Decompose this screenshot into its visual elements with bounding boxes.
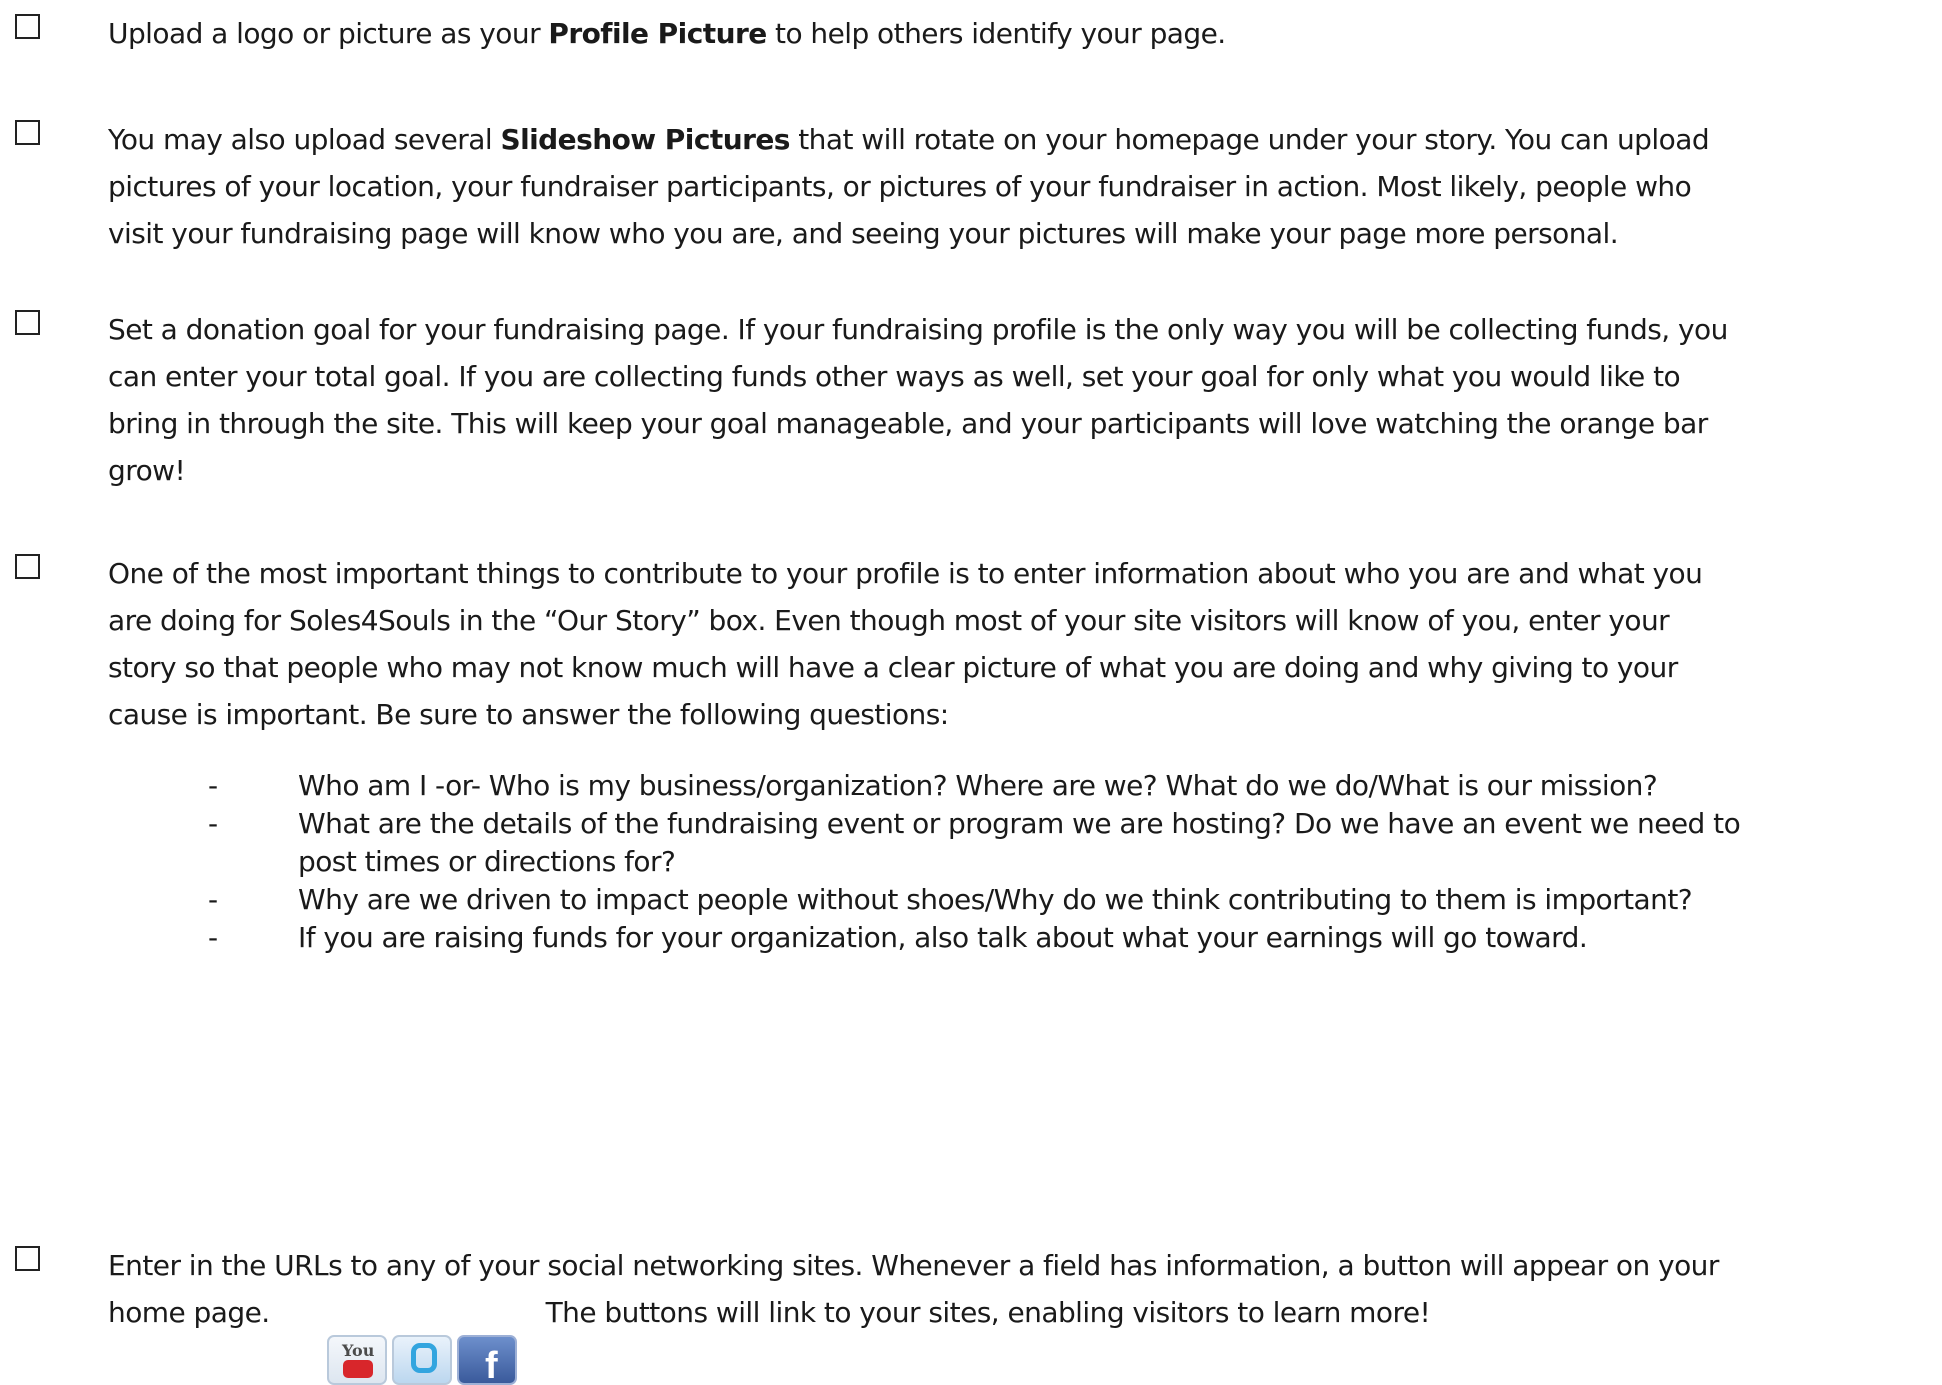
item-text: Set a donation goal for your fundraising… [108,306,1938,494]
text-segment: Enter in the URLs to any of your social … [108,1249,1719,1282]
text-segment: home page. [108,1296,270,1329]
text-segment: cause is important. Be sure to answer th… [108,698,949,731]
question-item: post times or directions for? [108,843,1938,881]
question-item: - What are the details of the fundraising… [108,805,1938,843]
text-segment: One of the most important things to cont… [108,557,1703,590]
text-segment: You may also upload several [108,123,501,156]
text-line: story so that people who may not know mu… [108,644,1938,691]
text-segment: The buttons will link to your sites, ena… [545,1296,1431,1329]
dash-marker: - [208,769,218,802]
text-segment: story so that people who may not know mu… [108,651,1678,684]
text-line: cause is important. Be sure to answer th… [108,691,1938,738]
twitter-t-shape [411,1343,437,1373]
question-item: - If you are raising funds for your organ… [108,919,1938,957]
checkbox[interactable] [15,14,40,39]
question-list: - Who am I -or- Who is my business/organi… [108,767,1938,957]
checkbox[interactable] [15,554,40,579]
social-icons: You f [327,1335,517,1385]
checkbox[interactable] [15,1246,40,1271]
question-text: If you are raising funds for your organi… [298,921,1588,954]
text-line: One of the most important things to cont… [108,550,1938,597]
item-text: You may also upload several Slideshow Pi… [108,116,1938,257]
text-line: are doing for Soles4Souls in the “Our St… [108,597,1938,644]
text-segment: that will rotate on your homepage under … [789,123,1710,156]
youtube-icon: You [327,1335,387,1385]
text-line: Enter in the URLs to any of your social … [108,1242,1938,1289]
youtube-label: You [342,1341,375,1360]
dash-marker: - [208,921,218,954]
text-line: grow! [108,447,1938,494]
text-segment: to help others identify your page. [766,17,1226,50]
text-line: You may also upload several Slideshow Pi… [108,116,1938,163]
text-line: bring in through the site. This will kee… [108,400,1938,447]
question-text: post times or directions for? [298,845,676,878]
text-line: Set a donation goal for your fundraising… [108,306,1938,353]
text-segment: grow! [108,454,186,487]
dash-marker: - [208,883,218,916]
question-text: Why are we driven to impact people witho… [298,883,1693,916]
text-segment: bring in through the site. This will kee… [108,407,1708,440]
item-text: Enter in the URLs to any of your social … [108,1242,1938,1336]
text-segment: pictures of your location, your fundrais… [108,170,1692,203]
dash-marker: - [208,807,218,840]
checkbox[interactable] [15,310,40,335]
question-text: Who am I -or- Who is my business/organiz… [298,769,1658,802]
text-segment: Set a donation goal for your fundraising… [108,313,1728,346]
question-text: What are the details of the fundraising … [298,807,1741,840]
bold-term: Slideshow Pictures [500,123,790,156]
text-line: Upload a logo or picture as your Profile… [108,10,1938,57]
text-segment: visit your fundraising page will know wh… [108,217,1619,250]
text-line: home page. The buttons will link to your … [108,1289,1938,1336]
text-line: pictures of your location, your fundrais… [108,163,1938,210]
text-segment: are doing for Soles4Souls in the “Our St… [108,604,1670,637]
facebook-icon: f [457,1335,517,1385]
bold-term: Profile Picture [548,17,767,50]
question-item: - Why are we driven to impact people with… [108,881,1938,919]
item-text: Upload a logo or picture as your Profile… [108,10,1938,57]
text-line: visit your fundraising page will know wh… [108,210,1938,257]
facebook-f-letter: f [485,1345,498,1385]
item-text: One of the most important things to cont… [108,550,1938,738]
text-segment: Upload a logo or picture as your [108,17,549,50]
checkbox[interactable] [15,120,40,145]
twitter-icon [392,1335,452,1385]
text-line: can enter your total goal. If you are co… [108,353,1938,400]
question-item: - Who am I -or- Who is my business/organi… [108,767,1938,805]
text-segment: can enter your total goal. If you are co… [108,360,1681,393]
checklist-page: Upload a logo or picture as your Profile… [0,0,1942,1385]
